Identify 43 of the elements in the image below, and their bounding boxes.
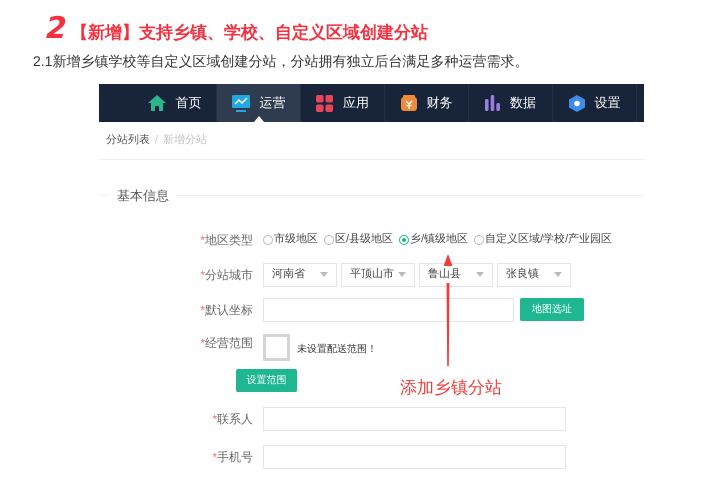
- breadcrumb-item: 新增分站: [163, 132, 208, 148]
- nav-tab[interactable]: 应用: [301, 84, 385, 122]
- phone-field[interactable]: [263, 444, 566, 468]
- select-field[interactable]: 鲁山县: [419, 262, 493, 286]
- caret-icon: [476, 272, 484, 277]
- intro-text: 2.1新增乡镇学校等自定义区域创建分站，分站拥有独立后台满足多种运营需求。: [33, 53, 528, 69]
- radio-option[interactable]: 自定义区域/学校/产业园区: [474, 231, 612, 248]
- breadcrumb-item[interactable]: 分站列表: [106, 132, 150, 149]
- scope-preview: [263, 334, 290, 360]
- select-field[interactable]: 河南省: [263, 262, 337, 286]
- field-label: *手机号: [212, 448, 253, 466]
- caret-icon: [398, 272, 406, 277]
- heading: 【新增】支持乡镇、学校、自定义区域创建分站: [70, 22, 428, 44]
- nav-tab[interactable]: 数据: [469, 84, 553, 122]
- radio-option[interactable]: 区/县级地区: [324, 231, 394, 248]
- pointer-icon: [254, 116, 264, 122]
- section-number: 2: [46, 14, 67, 44]
- nav-tab[interactable]: 设置: [553, 84, 637, 122]
- section-title: 基本信息: [116, 187, 170, 205]
- home-icon: [148, 95, 166, 111]
- breadcrumb-separator: /: [155, 133, 158, 148]
- select-field[interactable]: 平顶山市: [341, 262, 415, 286]
- caret-icon: [554, 272, 562, 277]
- field-label: *联系人: [212, 410, 253, 428]
- contact-field[interactable]: [263, 406, 566, 430]
- radio-option[interactable]: 市级地区: [263, 231, 318, 248]
- annotation-text: 添加乡镇分站: [400, 377, 502, 399]
- grid-icon: [316, 94, 333, 112]
- select-field[interactable]: 张良镇: [497, 262, 571, 286]
- coordinate-field[interactable]: [263, 298, 514, 322]
- field-label: *默认坐标: [200, 302, 253, 318]
- nav-tab[interactable]: 运营: [217, 84, 301, 122]
- field-label: *分站城市: [200, 266, 253, 284]
- bar-chart-icon: [485, 95, 500, 111]
- scope-note: 未设置配送范围！: [297, 342, 377, 356]
- money-bag-icon: [400, 95, 416, 111]
- caret-icon: [320, 272, 328, 277]
- settings-icon: [568, 94, 584, 112]
- radio-option[interactable]: 乡/镇级地区: [399, 231, 468, 248]
- field-label: *地区类型: [200, 232, 253, 248]
- field-label: *经营范围: [200, 334, 253, 352]
- nav-tab[interactable]: 财务: [385, 84, 469, 122]
- chart-monitor-icon: [232, 94, 250, 112]
